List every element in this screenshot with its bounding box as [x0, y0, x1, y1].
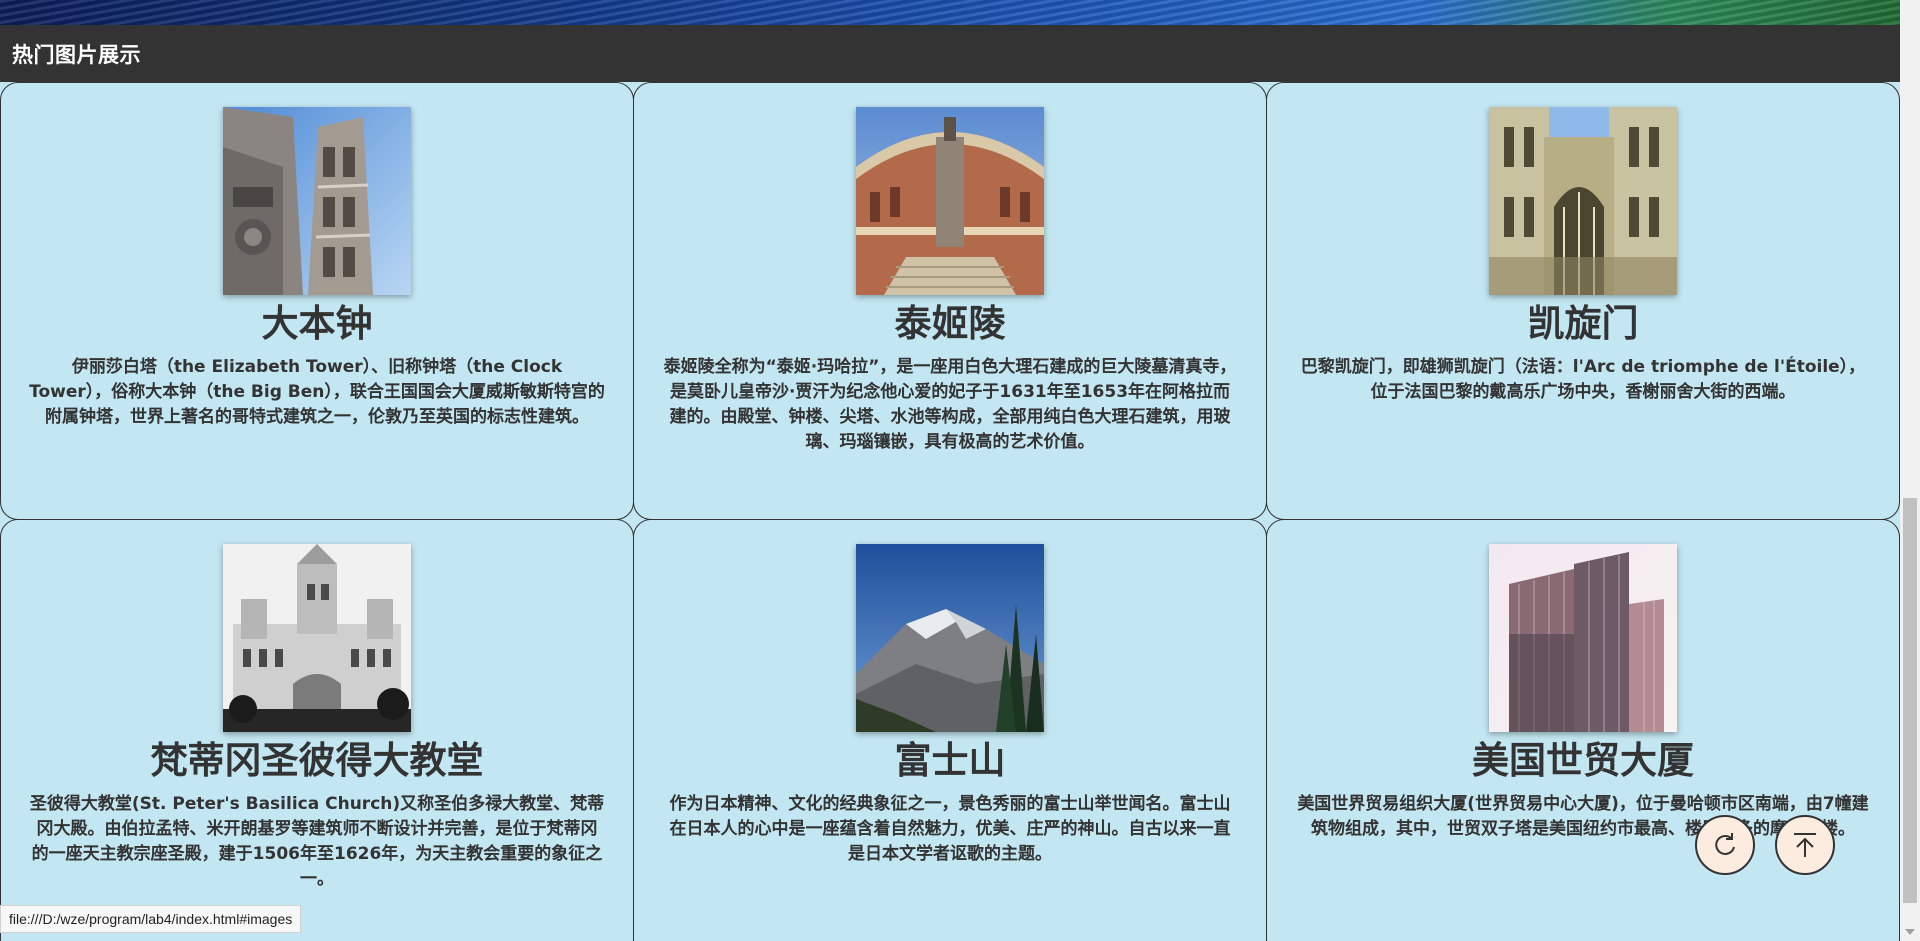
- card-description: 伊丽莎白塔（the Elizabeth Tower）、旧称钟塔（the Cloc…: [29, 357, 605, 427]
- page: 热门图片展示 大本钟 伊丽莎白塔（the Elizabeth Tower）、旧称…: [0, 0, 1920, 941]
- status-bar-url: file:///D:/wze/program/lab4/index.html#i…: [0, 905, 302, 933]
- gallery-card: 富士山 作为日本精神、文化的经典象征之一，景色秀丽的富士山举世闻名。富士山在日本…: [633, 519, 1267, 941]
- gallery-image[interactable]: [1489, 544, 1677, 732]
- gallery-image[interactable]: [223, 107, 411, 295]
- arrow-up-to-top-icon: [1794, 833, 1816, 857]
- card-description: 泰姬陵全称为“泰姬·玛哈拉”，是一座用白色大理石建成的巨大陵墓清真寺，是莫卧儿皇…: [663, 357, 1237, 452]
- banner-image: [0, 0, 1900, 25]
- gallery-image[interactable]: [223, 544, 411, 732]
- back-to-top-button[interactable]: [1775, 815, 1835, 875]
- card-title: 泰姬陵: [894, 302, 1006, 345]
- gallery-image[interactable]: [856, 544, 1044, 732]
- gallery-image[interactable]: [856, 107, 1044, 295]
- card-title: 大本钟: [261, 302, 373, 345]
- gallery-card: 大本钟 伊丽莎白塔（the Elizabeth Tower）、旧称钟塔（the …: [0, 82, 634, 520]
- vertical-scrollbar[interactable]: [1900, 0, 1920, 941]
- image-gallery: 大本钟 伊丽莎白塔（the Elizabeth Tower）、旧称钟塔（the …: [0, 82, 1900, 941]
- gallery-card: 美国世贸大厦 美国世界贸易组织大厦(世界贸易中心大厦)，位于曼哈顿市区南端，由7…: [1266, 519, 1900, 941]
- gallery-image[interactable]: [1489, 107, 1677, 295]
- card-title: 梵蒂冈圣彼得大教堂: [150, 739, 484, 782]
- card-description: 圣彼得大教堂(St. Peter's Basilica Church)又称圣伯多…: [29, 794, 605, 889]
- refresh-icon: [1715, 833, 1735, 855]
- card-description: 巴黎凯旋门，即雄狮凯旋门（法语：l'Arc de triomphe de l'É…: [1300, 357, 1866, 402]
- refresh-button[interactable]: [1695, 815, 1755, 875]
- card-title: 凯旋门: [1527, 302, 1639, 345]
- gallery-card: 凯旋门 巴黎凯旋门，即雄狮凯旋门（法语：l'Arc de triomphe de…: [1266, 82, 1900, 520]
- scrollbar-thumb[interactable]: [1903, 498, 1917, 903]
- scroll-down-arrow-icon[interactable]: [1905, 929, 1915, 935]
- card-title: 美国世贸大厦: [1472, 739, 1694, 782]
- gallery-card: 泰姬陵 泰姬陵全称为“泰姬·玛哈拉”，是一座用白色大理石建成的巨大陵墓清真寺，是…: [633, 82, 1267, 520]
- card-title: 富士山: [894, 739, 1006, 782]
- card-description: 作为日本精神、文化的经典象征之一，景色秀丽的富士山举世闻名。富士山在日本人的心中…: [669, 794, 1231, 864]
- section-header: 热门图片展示: [0, 25, 1900, 82]
- gallery-card: 梵蒂冈圣彼得大教堂 圣彼得大教堂(St. Peter's Basilica Ch…: [0, 519, 634, 941]
- section-title: 热门图片展示: [12, 42, 141, 67]
